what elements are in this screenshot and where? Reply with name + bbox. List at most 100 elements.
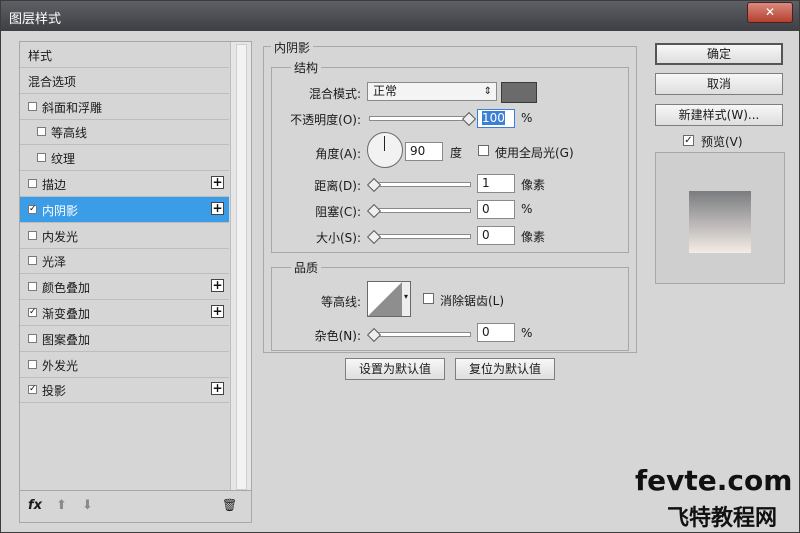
opacity-unit: % — [521, 111, 533, 125]
contour-dropdown-arrow[interactable]: ▾ — [402, 281, 411, 317]
trash-icon[interactable]: 🗑 — [222, 498, 237, 512]
scrollbar-thumb[interactable] — [236, 44, 247, 490]
set-default-button[interactable]: 设置为默认值 — [345, 358, 445, 380]
style-list-item[interactable]: 颜色叠加 + — [20, 274, 229, 301]
shadow-color-swatch[interactable] — [501, 82, 537, 103]
style-list-item[interactable]: 图案叠加 — [20, 326, 229, 352]
global-light-checkbox[interactable] — [478, 145, 489, 156]
distance-input[interactable]: 1 — [477, 174, 515, 193]
style-item-label: 内发光 — [42, 229, 79, 244]
style-preview — [655, 152, 785, 284]
blend-mode-label: 混合模式: — [308, 87, 361, 101]
contour-curve-icon — [368, 282, 402, 316]
add-instance-icon[interactable]: + — [211, 176, 224, 189]
distance-unit: 像素 — [521, 178, 546, 192]
distance-slider[interactable] — [369, 182, 471, 187]
preview-swatch — [689, 191, 751, 253]
style-item-label: 外发光 — [42, 358, 79, 373]
close-button[interactable]: ✕ — [747, 2, 793, 23]
size-input[interactable]: 0 — [477, 226, 515, 245]
fx-icon[interactable]: fx — [28, 498, 42, 513]
style-item-label: 等高线 — [51, 126, 88, 141]
dialog-body: 样式混合选项斜面和浮雕等高线纹理描边 + ✓ 内阴影 + 内发光光泽 颜色叠加 + ✓ 渐变叠加 +… — [7, 31, 793, 531]
reset-default-button[interactable]: 复位为默认值 — [455, 358, 555, 380]
watermark-sitename: 飞特教程网 — [667, 506, 778, 531]
style-checkbox[interactable]: ✓ — [28, 385, 37, 395]
noise-input[interactable]: 0 — [477, 323, 515, 342]
cancel-button[interactable]: 取消 — [655, 73, 783, 95]
contour-picker[interactable] — [367, 281, 403, 317]
style-checkbox[interactable]: ✓ — [28, 204, 37, 214]
style-list-item[interactable]: 样式 — [20, 42, 229, 68]
style-item-label: 混合选项 — [28, 74, 77, 89]
style-checkbox[interactable] — [28, 230, 37, 240]
style-list-item[interactable]: 混合选项 — [20, 68, 229, 94]
antialias-label: 消除锯齿(L) — [440, 294, 505, 308]
style-list-item[interactable]: 光泽 — [20, 248, 229, 275]
style-list-item[interactable]: 斜面和浮雕 — [20, 94, 229, 120]
style-checkbox[interactable] — [28, 256, 37, 266]
style-checkbox[interactable] — [37, 127, 46, 137]
angle-unit: 度 — [450, 146, 463, 160]
style-checkbox[interactable] — [28, 179, 37, 188]
angle-input[interactable]: 90 — [405, 142, 443, 161]
add-instance-icon[interactable]: + — [211, 279, 224, 293]
style-checkbox[interactable] — [28, 282, 37, 292]
style-checkbox[interactable] — [28, 333, 37, 343]
choke-unit: % — [521, 202, 533, 216]
noise-label: 杂色(N): — [314, 329, 361, 343]
move-down-icon[interactable]: ⬇ — [82, 498, 93, 513]
style-list-item[interactable]: 外发光 — [20, 352, 229, 378]
structure-title: 结构 — [291, 59, 322, 76]
move-up-icon[interactable]: ⬆ — [56, 498, 67, 513]
list-toolbar: fx ⬆ ⬇ 🗑 — [20, 490, 251, 523]
opacity-label: 不透明度(O): — [290, 113, 361, 127]
style-item-label: 渐变叠加 — [42, 307, 91, 321]
style-item-label: 描边 — [42, 178, 67, 192]
new-style-button[interactable]: 新建样式(W)... — [655, 104, 783, 126]
style-checkbox[interactable] — [28, 101, 37, 111]
preview-checkbox[interactable]: ✓ — [683, 135, 694, 146]
size-slider[interactable] — [369, 234, 471, 239]
preview-label: 预览(V) — [701, 135, 743, 149]
distance-label: 距离(D): — [314, 179, 361, 193]
blend-mode-select[interactable]: 正常 ⇕ — [367, 82, 497, 101]
global-light-label: 使用全局光(G) — [495, 146, 574, 160]
choke-input[interactable]: 0 — [477, 200, 515, 219]
style-list-panel: 样式混合选项斜面和浮雕等高线纹理描边 + ✓ 内阴影 + 内发光光泽 颜色叠加 + ✓ 渐变叠加 +… — [19, 41, 252, 523]
opacity-slider[interactable] — [369, 116, 471, 121]
style-checkbox[interactable] — [37, 153, 46, 163]
contour-label: 等高线: — [320, 295, 361, 309]
ok-button[interactable]: 确定 — [655, 43, 783, 65]
style-item-label: 内阴影 — [42, 203, 79, 218]
section-title: 内阴影 — [271, 39, 314, 56]
style-item-label: 投影 — [42, 384, 67, 399]
choke-slider[interactable] — [369, 208, 471, 213]
blend-mode-value: 正常 — [373, 84, 398, 98]
add-instance-icon[interactable]: + — [211, 201, 224, 215]
style-list-item[interactable]: 内发光 — [20, 223, 229, 249]
angle-dial[interactable] — [367, 132, 403, 168]
style-list-item[interactable]: 纹理 — [20, 145, 229, 172]
add-instance-icon[interactable]: + — [211, 305, 224, 318]
list-scrollbar[interactable] — [230, 42, 251, 490]
size-label: 大小(S): — [315, 231, 361, 245]
style-list-item[interactable]: ✓ 渐变叠加 + — [20, 300, 229, 326]
style-list-item[interactable]: ✓ 内阴影 + — [20, 196, 229, 223]
style-list-item[interactable]: 等高线 — [20, 119, 229, 146]
style-list-item[interactable]: 描边 + — [20, 171, 229, 197]
style-item-label: 样式 — [28, 49, 53, 63]
style-checkbox[interactable] — [28, 359, 37, 369]
antialias-checkbox[interactable] — [423, 293, 434, 304]
style-item-label: 纹理 — [51, 152, 76, 167]
select-arrow-icon: ⇕ — [483, 86, 492, 97]
add-instance-icon[interactable]: + — [211, 382, 224, 396]
style-checkbox[interactable]: ✓ — [28, 308, 37, 317]
window-title: 图层样式 — [9, 12, 62, 27]
title-bar: 图层样式 ✕ — [1, 1, 799, 31]
noise-slider[interactable] — [369, 332, 471, 337]
style-list-item[interactable]: ✓ 投影 + — [20, 377, 229, 404]
quality-title: 品质 — [291, 259, 322, 276]
choke-label: 阻塞(C): — [315, 205, 361, 219]
opacity-input[interactable]: 100 — [477, 109, 515, 128]
